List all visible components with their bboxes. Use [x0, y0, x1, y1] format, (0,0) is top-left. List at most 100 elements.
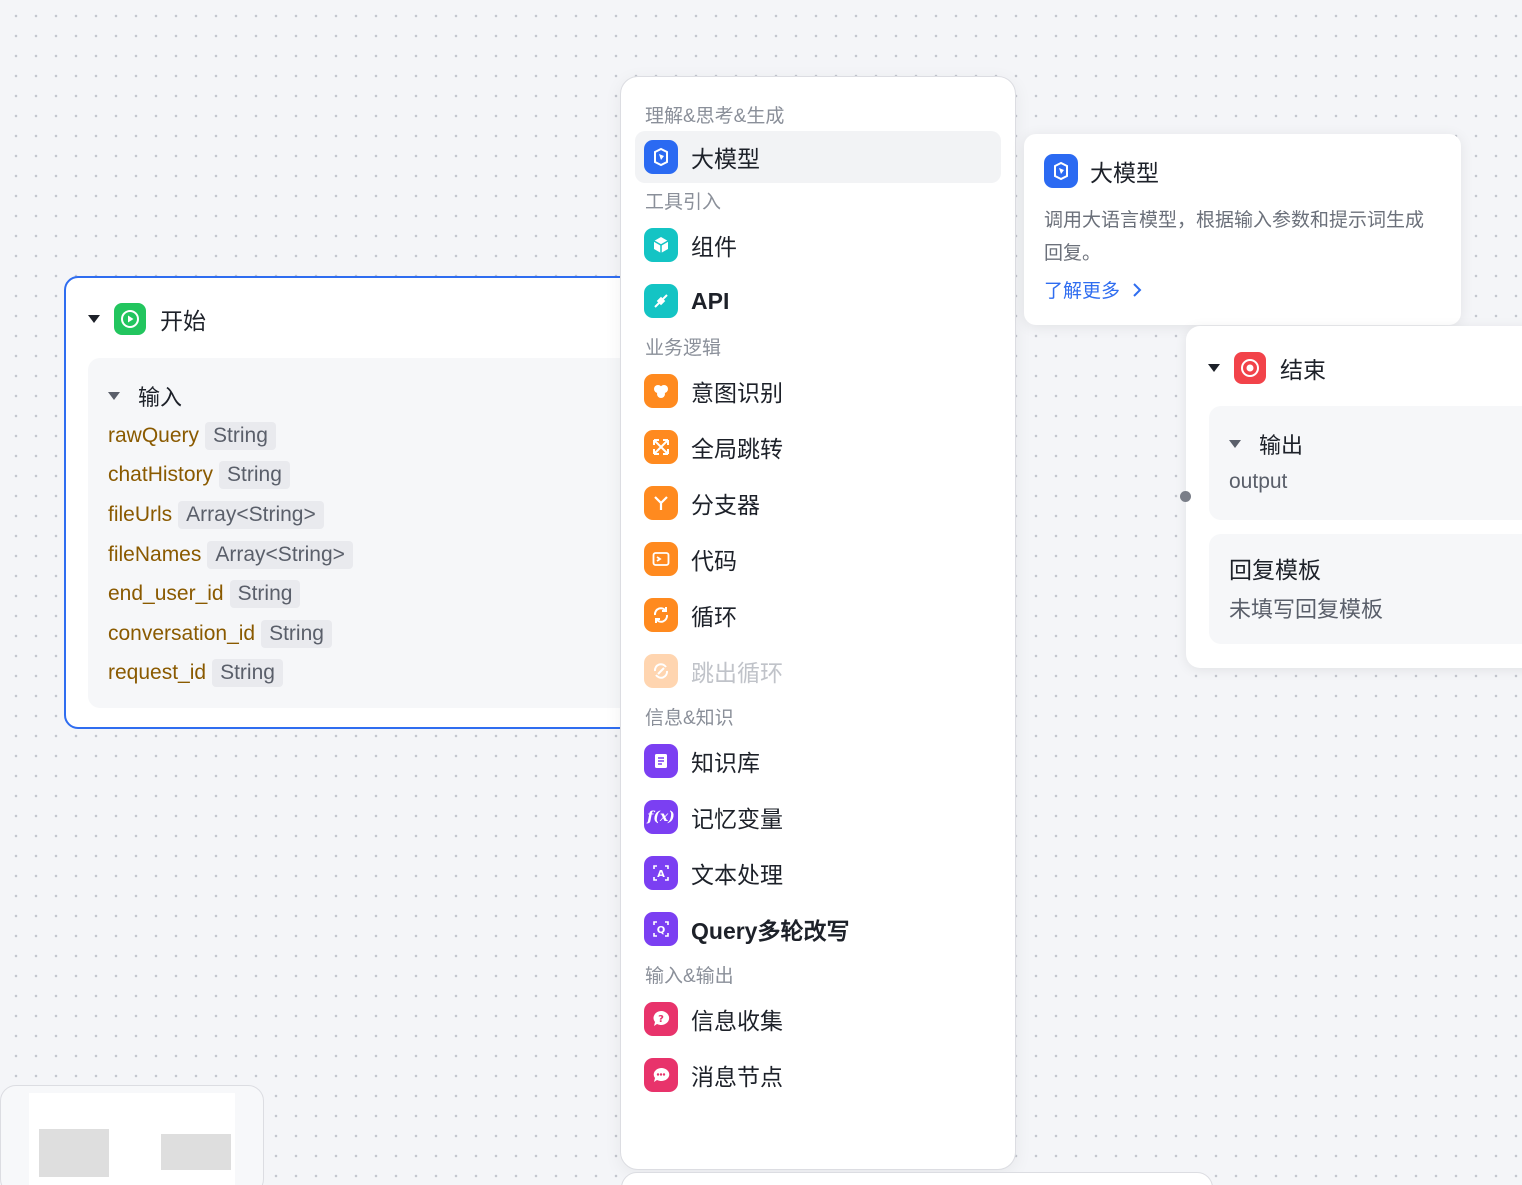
- collapse-caret-icon[interactable]: [88, 315, 100, 323]
- menu-item-label: 跳出循环: [691, 660, 783, 686]
- minimap-node: [39, 1129, 109, 1177]
- reply-template-title: 回复模板: [1229, 557, 1321, 583]
- variable-list: rawQuery String chatHistory String fileUrls A…: [108, 416, 648, 693]
- variable-name: conversation_id: [108, 621, 256, 645]
- target-icon: [1234, 352, 1266, 384]
- document-icon: [644, 744, 678, 778]
- collapse-caret-icon[interactable]: [1208, 364, 1220, 372]
- reply-template-value: 未填写回复模板: [1229, 597, 1384, 622]
- branch-icon: [644, 486, 678, 520]
- svg-text:A: A: [657, 869, 665, 880]
- variable-name: chatHistory: [108, 463, 214, 487]
- chevron-right-icon: [1133, 282, 1142, 297]
- function-icon: f(x): [644, 800, 678, 834]
- menu-section-title: 理解&思考&生成: [645, 105, 785, 127]
- variable-name: end_user_id: [108, 582, 224, 606]
- end-node-title: 结束: [1280, 357, 1326, 383]
- menu-section-title: 信息&知识: [645, 707, 734, 729]
- reply-template-panel[interactable]: 回复模板 未填写回复模板: [1209, 534, 1522, 644]
- learn-more-link[interactable]: 了解更多: [1044, 276, 1441, 303]
- menu-item-label: 消息节点: [691, 1064, 783, 1090]
- menu-item[interactable]: 全局跳转: [635, 419, 1001, 475]
- end-node-header: 结束: [1186, 326, 1522, 410]
- output-section-header[interactable]: 输出: [1229, 424, 1522, 464]
- variable-row: fileUrls Array<String>: [108, 495, 648, 535]
- menu-item-label: API: [691, 287, 730, 314]
- menu-item-label: 信息收集: [691, 1008, 783, 1034]
- menu-item[interactable]: ? 信息收集: [635, 991, 1001, 1047]
- collapse-caret-icon[interactable]: [108, 392, 120, 400]
- menu-item[interactable]: 循环: [635, 587, 1001, 643]
- card-description: 调用大语言模型，根据输入参数和提示词生成回复。: [1044, 210, 1425, 264]
- menu-item-label: 记忆变量: [691, 806, 783, 832]
- menu-item[interactable]: 代码: [635, 531, 1001, 587]
- variable-type-tag: String: [212, 659, 283, 688]
- expand-arrows-icon: [644, 430, 678, 464]
- menu-item-label: Query多轮改写: [691, 918, 850, 944]
- node-type-menu: 理解&思考&生成 大模型 工具引入 组件 API 业务逻辑 意图识别 全局跳转 分支器 代码 循环跳…: [620, 76, 1016, 1170]
- brain-icon: [644, 374, 678, 408]
- card-title: 大模型: [1090, 160, 1159, 186]
- break-loop-icon: [644, 654, 678, 688]
- menu-item: 跳出循环: [635, 643, 1001, 699]
- menu-item[interactable]: f(x) 记忆变量: [635, 789, 1001, 845]
- start-node[interactable]: 开始 输入 rawQuery String chatHistory String fil…: [64, 276, 664, 729]
- svg-text:Q: Q: [657, 925, 666, 936]
- cube-icon: [644, 228, 678, 262]
- menu-item[interactable]: 意图识别: [635, 363, 1001, 419]
- plug-icon: [644, 284, 678, 318]
- text-process-icon: A: [644, 856, 678, 890]
- terminal-icon: [644, 542, 678, 576]
- menu-item-label: 大模型: [691, 146, 760, 172]
- menu-item[interactable]: API: [635, 273, 1001, 329]
- output-variable: output: [1229, 470, 1288, 493]
- menu-item-label: 代码: [691, 548, 737, 574]
- llm-icon: [644, 140, 678, 174]
- menu-item[interactable]: 分支器: [635, 475, 1001, 531]
- menu-item-label: 组件: [691, 234, 737, 260]
- menu-item-label: 分支器: [691, 492, 760, 518]
- menu-item[interactable]: 知识库: [635, 733, 1001, 789]
- output-section-label: 输出: [1259, 433, 1304, 458]
- variable-row: end_user_id String: [108, 574, 648, 614]
- variable-type-tag: Array<String>: [178, 500, 324, 529]
- end-node[interactable]: 结束 输出 output 回复模板 未填写回复模板: [1186, 326, 1522, 668]
- menu-item-label: 循环: [691, 604, 737, 630]
- input-port-handle[interactable]: [1180, 491, 1191, 502]
- minimap-viewport[interactable]: [29, 1093, 235, 1185]
- variable-name: rawQuery: [108, 423, 200, 447]
- variable-type-tag: String: [205, 421, 276, 450]
- input-panel: 输入 rawQuery String chatHistory String fileUr…: [88, 358, 648, 708]
- start-node-header: 开始: [66, 278, 662, 360]
- chat-bubble-icon: [644, 1058, 678, 1092]
- card-header: 大模型: [1044, 152, 1441, 190]
- variable-name: fileUrls: [108, 502, 173, 526]
- menu-item-label: 文本处理: [691, 862, 783, 888]
- input-section-header[interactable]: 输入: [108, 376, 648, 416]
- play-icon: [114, 303, 146, 335]
- menu-item[interactable]: A 文本处理: [635, 845, 1001, 901]
- loop-icon: [644, 598, 678, 632]
- variable-name: fileNames: [108, 542, 202, 566]
- variable-type-tag: String: [261, 619, 332, 648]
- menu-item-label: 知识库: [691, 750, 760, 776]
- menu-item[interactable]: 组件: [635, 217, 1001, 273]
- input-section-label: 输入: [138, 385, 183, 410]
- svg-text:?: ?: [658, 1014, 664, 1025]
- menu-section-title: 工具引入: [645, 191, 722, 213]
- learn-more-label: 了解更多: [1044, 281, 1121, 302]
- variable-row: chatHistory String: [108, 456, 648, 496]
- menu-item[interactable]: 消息节点: [635, 1047, 1001, 1103]
- start-node-title: 开始: [160, 308, 206, 334]
- menu-item-label: 意图识别: [691, 380, 783, 406]
- variable-type-tag: String: [229, 580, 301, 609]
- variable-type-tag: Array<String>: [207, 540, 353, 569]
- menu-item[interactable]: 大模型: [635, 131, 1001, 183]
- collapse-caret-icon[interactable]: [1229, 440, 1241, 448]
- minimap[interactable]: [0, 1085, 264, 1185]
- menu-item-label: 全局跳转: [691, 436, 783, 462]
- menu-item[interactable]: Q Query多轮改写: [635, 901, 1001, 957]
- question-bubble-icon: ?: [644, 1002, 678, 1036]
- variable-row: rawQuery String: [108, 416, 648, 456]
- bottom-toolbar: [621, 1172, 1213, 1185]
